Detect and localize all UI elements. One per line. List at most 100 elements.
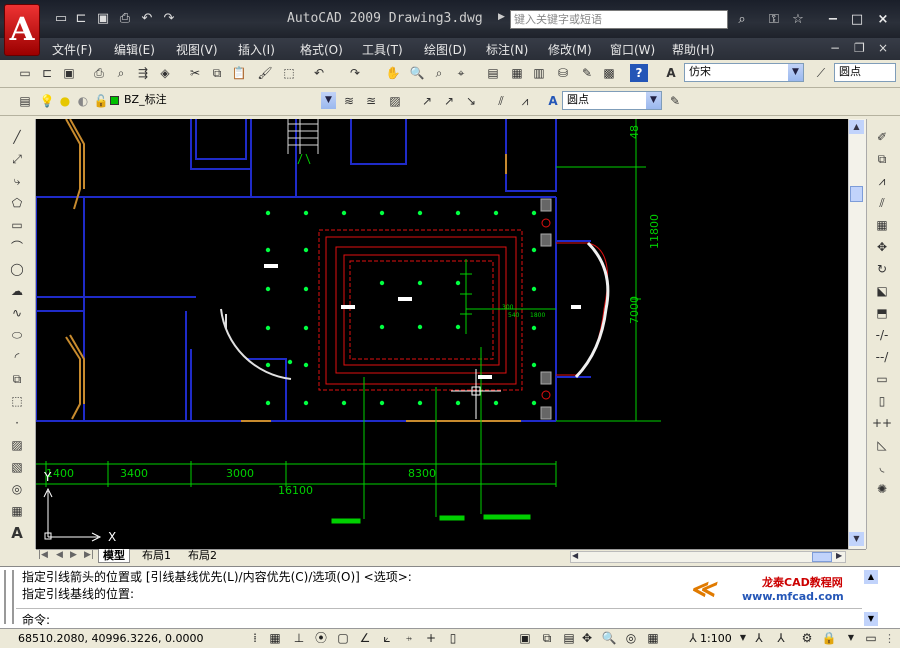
dimension-style-select[interactable]: 圆点	[834, 63, 896, 82]
join-icon[interactable]: ++	[872, 414, 892, 432]
menu-dimension[interactable]: 标注(N)	[486, 41, 528, 58]
quick-properties-icon[interactable]: ▯	[444, 630, 462, 646]
layer-states-icon[interactable]: ▨	[386, 92, 404, 110]
explode-icon[interactable]: ✺	[872, 480, 892, 498]
extend-icon[interactable]: --/	[872, 348, 892, 366]
polyline-icon[interactable]: ⤷	[7, 172, 27, 190]
object-snap-tracking-icon[interactable]: ∠	[356, 630, 374, 646]
minimize-icon[interactable]: −	[824, 12, 842, 28]
layer-manager-icon[interactable]: ▤	[16, 92, 34, 110]
model-space-icon[interactable]: ▣	[516, 630, 534, 646]
layer-previous-icon[interactable]: ≊	[362, 92, 380, 110]
layer-lock-icon[interactable]: 🔓	[92, 92, 110, 110]
grid-display-icon[interactable]: ▦	[266, 630, 284, 646]
point-icon[interactable]: ·	[7, 414, 27, 432]
show-motion-icon[interactable]: ▦	[644, 630, 662, 646]
hscroll-thumb[interactable]	[812, 552, 832, 562]
snap-mode-icon[interactable]: ⁞	[246, 630, 264, 646]
status-pan-icon[interactable]: ✥	[578, 630, 596, 646]
ellipse-icon[interactable]: ⬭	[7, 326, 27, 344]
layer-select[interactable]: BZ_标注 ▼	[120, 92, 336, 111]
command-grip[interactable]	[4, 570, 14, 624]
annotation-scale-value[interactable]: 1:100	[700, 632, 732, 645]
doc-restore-icon[interactable]: ❐	[854, 41, 865, 55]
help-icon[interactable]: ?	[630, 64, 648, 82]
save-toolbar-icon[interactable]: ▣	[60, 64, 78, 82]
favorites-star-icon[interactable]: ☆	[788, 10, 808, 29]
move-icon[interactable]: ✥	[872, 238, 892, 256]
steering-wheel-icon[interactable]: ◎	[622, 630, 640, 646]
redo-toolbar-icon[interactable]: ↷	[346, 64, 364, 82]
drawing-canvas[interactable]: 1400 3400 3000 8300 16100 48 11800 7000 …	[36, 119, 848, 549]
layer-on-icon[interactable]: 💡	[38, 92, 56, 110]
ellipse-arc-icon[interactable]: ◜	[7, 348, 27, 366]
calculator-icon[interactable]: ▩	[600, 64, 618, 82]
revision-cloud-icon[interactable]: ☁	[7, 282, 27, 300]
tab-first-icon[interactable]: |◀	[38, 550, 48, 560]
zoom-window-icon[interactable]: ⌕	[430, 64, 448, 82]
arc-icon[interactable]: ⌒	[7, 238, 27, 256]
dynamic-input-icon[interactable]: ⍆	[400, 630, 418, 646]
layer-freeze-icon[interactable]: ●	[56, 92, 74, 110]
block-editor-icon[interactable]: ⬚	[280, 64, 298, 82]
quick-view-layouts-icon[interactable]: ⧉	[538, 630, 556, 646]
paste-icon[interactable]: 📋	[230, 64, 248, 82]
gradient-icon[interactable]: ▧	[7, 458, 27, 476]
tab-prev-icon[interactable]: ◀	[56, 550, 63, 560]
multileader-icon[interactable]: ↗	[418, 92, 436, 110]
open-file-icon[interactable]: ⊏	[72, 11, 90, 27]
break-icon[interactable]: ▯	[872, 392, 892, 410]
menu-modify[interactable]: 修改(M)	[548, 41, 592, 58]
clean-screen-icon[interactable]: ▭	[862, 630, 880, 646]
quick-view-drawings-icon[interactable]: ▤	[560, 630, 578, 646]
multileader-style-select[interactable]: 圆点 ▼	[562, 91, 662, 110]
tab-layout2[interactable]: 布局2	[184, 549, 221, 563]
maximize-icon[interactable]: □	[848, 12, 866, 28]
doc-close-icon[interactable]: ×	[878, 41, 888, 55]
chamfer-icon[interactable]: ◺	[872, 436, 892, 454]
command-prompt[interactable]: 命令:	[22, 611, 50, 628]
scroll-down-icon[interactable]: ▼	[849, 532, 864, 546]
match-properties-icon[interactable]: 🖌	[256, 64, 274, 82]
text-style-select[interactable]: 仿宋 ▼	[684, 63, 804, 82]
hscroll-left-icon[interactable]: ◀	[572, 551, 578, 560]
object-snap-icon[interactable]: ▢	[334, 630, 352, 646]
search-icon[interactable]: ⌕	[732, 10, 752, 29]
zoom-realtime-icon[interactable]: 🔍	[408, 64, 426, 82]
pan-icon[interactable]: ✋	[384, 64, 402, 82]
sheet-set-icon[interactable]: ⛁	[554, 64, 572, 82]
search-input[interactable]: 键入关键字或短语	[510, 10, 728, 29]
collect-leaders-icon[interactable]: ⩘	[516, 92, 534, 110]
cmd-scroll-down-icon[interactable]: ▼	[864, 612, 878, 626]
mleader-style-manager-icon[interactable]: ✎	[666, 92, 684, 110]
trim-icon[interactable]: -/-	[872, 326, 892, 344]
fillet-icon[interactable]: ◟	[872, 458, 892, 476]
multiline-text-icon[interactable]: A	[7, 524, 27, 542]
region-icon[interactable]: ◎	[7, 480, 27, 498]
rotate-icon[interactable]: ↻	[872, 260, 892, 278]
tab-model[interactable]: 模型	[98, 549, 130, 563]
polar-tracking-icon[interactable]: ⦿	[312, 630, 330, 646]
cmd-scroll-up-icon[interactable]: ▲	[864, 570, 878, 584]
application-menu-button[interactable]: A	[4, 4, 40, 56]
publish-icon[interactable]: ⇶	[134, 64, 152, 82]
menu-draw[interactable]: 绘图(D)	[424, 41, 467, 58]
vertical-scrollbar[interactable]	[848, 119, 866, 549]
zoom-previous-icon[interactable]: ⌖	[452, 64, 470, 82]
align-leaders-icon[interactable]: ⫽	[492, 92, 510, 110]
mleader-style-icon[interactable]: A	[544, 92, 562, 110]
menu-insert[interactable]: 插入(I)	[238, 41, 275, 58]
markup-icon[interactable]: ✎	[578, 64, 596, 82]
make-block-icon[interactable]: ⬚	[7, 392, 27, 410]
close-icon[interactable]: ×	[874, 12, 892, 28]
tab-next-icon[interactable]: ▶	[70, 550, 77, 560]
menu-window[interactable]: 窗口(W)	[610, 41, 655, 58]
horizontal-scrollbar[interactable]	[570, 551, 846, 563]
erase-icon[interactable]: ✐	[872, 128, 892, 146]
plot-preview-icon[interactable]: ⌕	[112, 64, 130, 82]
undo-toolbar-icon[interactable]: ↶	[310, 64, 328, 82]
doc-minimize-icon[interactable]: −	[830, 41, 840, 55]
scroll-thumb[interactable]	[850, 186, 863, 202]
cut-icon[interactable]: ✂	[186, 64, 204, 82]
scale-icon[interactable]: ⬕	[872, 282, 892, 300]
